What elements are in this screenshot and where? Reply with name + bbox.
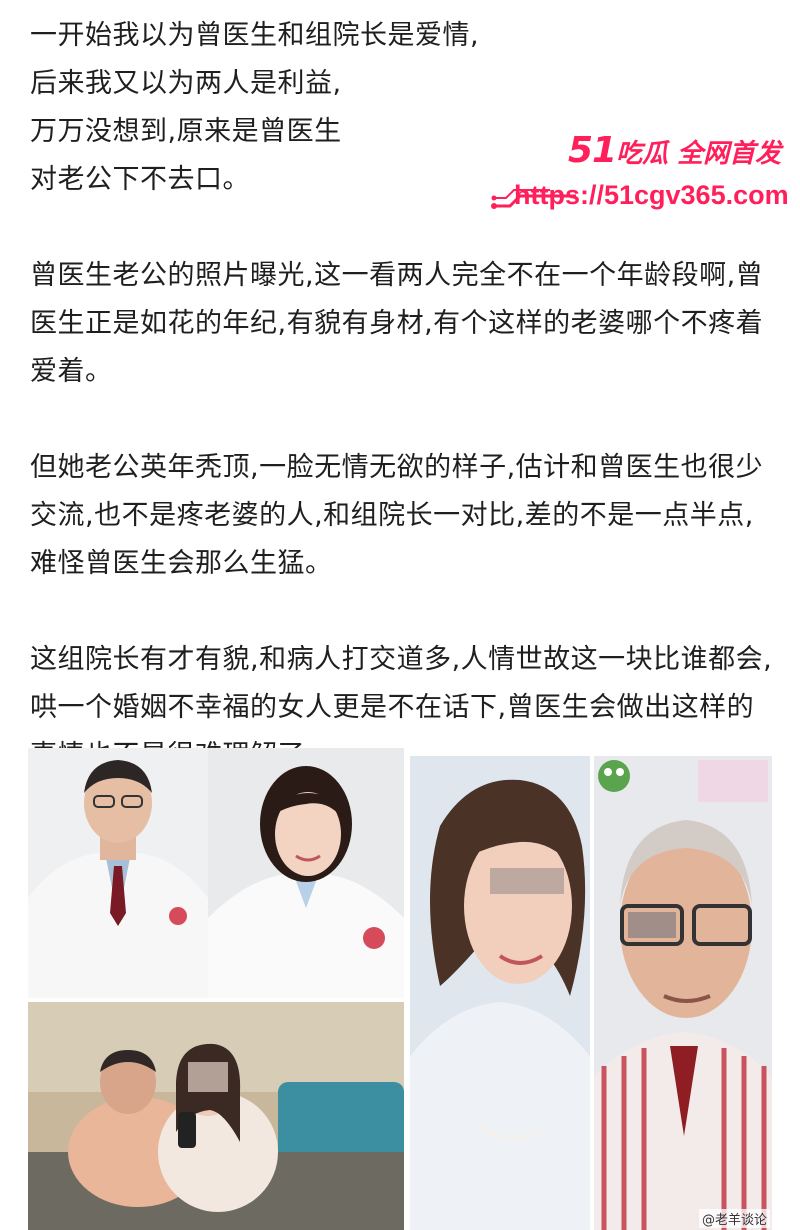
photo-caption-fragment: @老羊谈论 — [698, 1209, 770, 1228]
photo-woman-closeup[interactable] — [410, 756, 590, 1230]
watermark-brand-number: 51 — [568, 130, 617, 171]
watermark-brand: 51吃瓜 全网首发 — [568, 130, 781, 171]
article-page: 一开始我以为曾医生和组院长是爱情, 后来我又以为两人是利益, 万万没想到,原来是… — [0, 0, 800, 1230]
older-man-portrait-blurred-icon — [594, 756, 772, 1230]
photo-older-man-closeup[interactable]: @老羊谈论 — [594, 756, 772, 1230]
photo-male-doctor[interactable] — [28, 748, 208, 998]
photo-collage: @老羊谈论 — [28, 748, 772, 1230]
woman-portrait-blurred-icon — [410, 756, 590, 1230]
photo-female-doctor[interactable] — [208, 748, 404, 998]
couple-photo-icon — [28, 1002, 404, 1230]
female-doctor-portrait-icon — [208, 748, 404, 998]
paragraph-3: 但她老公英年秃顶,一脸无情无欲的样子,估计和曾医生也很少交流,也不是疼老婆的人,… — [30, 452, 764, 579]
site-watermark: 51吃瓜 全网首发 https://51cgv365.com — [490, 126, 790, 226]
watermark-brand-text: 吃瓜 全网首发 — [616, 139, 782, 169]
male-doctor-portrait-icon — [28, 748, 208, 998]
watermark-url[interactable]: https://51cgv365.com — [514, 180, 789, 211]
photo-couple-sofa[interactable] — [28, 1002, 404, 1230]
paragraph-2: 曾医生老公的照片曝光,这一看两人完全不在一个年龄段啊,曾医生正是如花的年纪,有貌… — [30, 260, 764, 387]
